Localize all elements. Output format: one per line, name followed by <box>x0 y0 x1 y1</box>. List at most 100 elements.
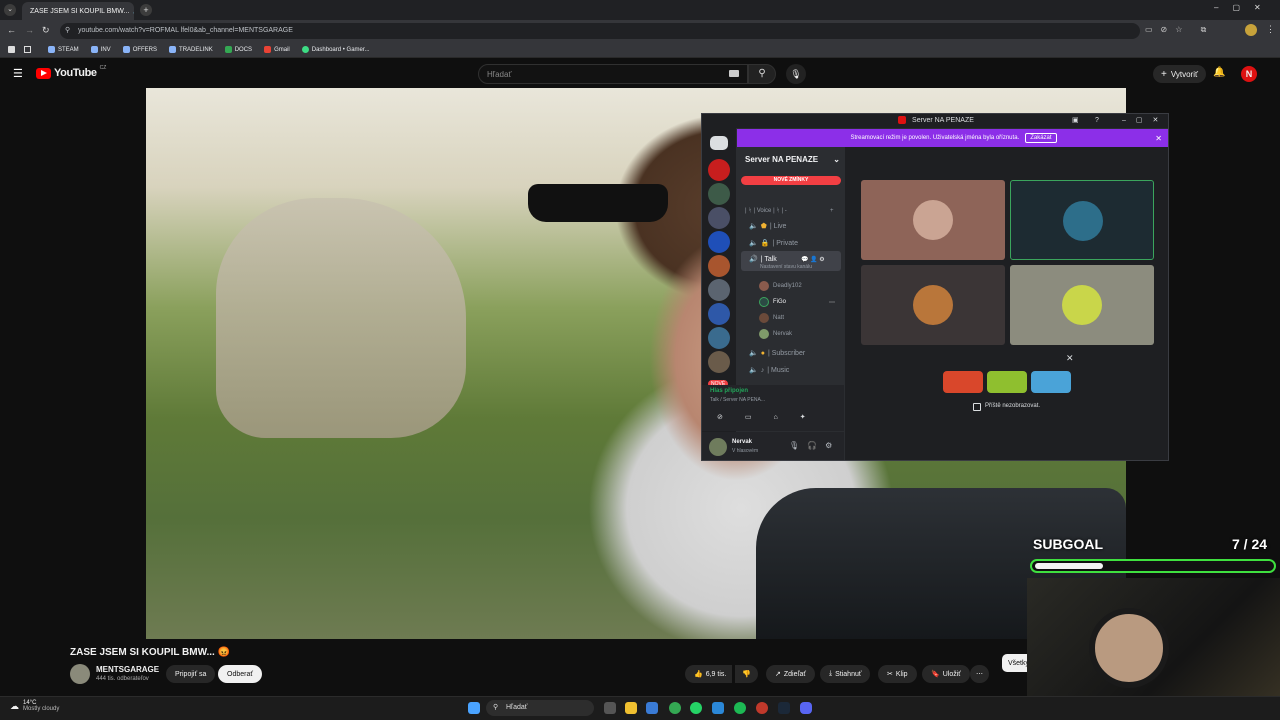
chrome-icon[interactable] <box>669 702 681 714</box>
participant-tile[interactable] <box>861 265 1005 345</box>
server-icon-na-penaze[interactable] <box>708 159 730 181</box>
task-view-icon[interactable] <box>604 702 616 714</box>
channel-music[interactable]: 🔈 ♪ | Music <box>749 366 789 375</box>
notes-icon[interactable] <box>712 702 724 714</box>
dislike-button[interactable]: 👎 <box>735 665 758 683</box>
profile-avatar[interactable] <box>1245 24 1257 36</box>
participant-tile[interactable] <box>861 180 1005 260</box>
server-icon[interactable] <box>708 279 730 301</box>
channel-avatar[interactable] <box>70 664 90 684</box>
voice-category[interactable]: | ᛋ | Voice | ᛋ | - + <box>745 208 834 214</box>
app-icon[interactable] <box>756 702 768 714</box>
activity-thumbnail[interactable] <box>987 371 1027 393</box>
tab-menu-icon[interactable]: ⌄ <box>4 4 16 16</box>
channel-live[interactable]: 🔈 ⬟ | Live <box>749 222 786 231</box>
participant-tile-speaking[interactable] <box>1010 180 1154 260</box>
bookmark-tradelink[interactable]: TRADELINK <box>169 46 213 53</box>
voice-search-button[interactable]: 🎙 <box>786 64 806 84</box>
voice-user-natt[interactable]: Natt <box>759 313 784 323</box>
server-icon[interactable] <box>708 255 730 277</box>
weather-widget[interactable]: ☁ 14°C Mostly cloudy <box>10 700 59 712</box>
apps-icon[interactable] <box>8 46 15 53</box>
server-icon[interactable] <box>708 207 730 229</box>
discord-window[interactable]: Server NA PENAZE ▣ ? –▢✕ NOVÉ Streamovac… <box>701 113 1169 461</box>
window-controls[interactable]: –▢✕ <box>1214 3 1275 12</box>
dont-show-checkbox[interactable] <box>973 403 981 411</box>
channel-chat-icons[interactable]: 💬 👤 ⚙ <box>801 256 825 263</box>
file-explorer-icon[interactable] <box>625 702 637 714</box>
spotify-icon[interactable] <box>734 702 746 714</box>
url-field[interactable]: ⚲ youtube.com/watch?v=ROFMAL lfel0&ab_ch… <box>60 23 1140 39</box>
server-icon[interactable] <box>708 327 730 349</box>
bookmark-offers[interactable]: OFFERS <box>122 46 157 53</box>
inbox-icon[interactable]: ▣ <box>1072 114 1079 128</box>
voice-user-nervak[interactable]: Nervak <box>759 329 792 339</box>
voice-user-figo[interactable]: FiGo ⋯ <box>759 297 835 307</box>
channel-talk[interactable]: 🔊 | Talk 💬 👤 ⚙ <box>749 255 825 264</box>
keyboard-icon[interactable] <box>729 70 739 77</box>
subscribe-button[interactable]: Odberať <box>218 665 262 683</box>
activity-thumbnail[interactable] <box>1031 371 1071 393</box>
voice-controls[interactable]: ⊘▭⌂✦ <box>717 413 828 421</box>
youtube-logo[interactable]: YouTube CZ <box>36 65 106 79</box>
search-button[interactable]: ⚲ <box>748 64 776 84</box>
kebab-menu-icon[interactable]: ⋮ <box>1266 24 1275 35</box>
activity-thumbnail[interactable] <box>943 371 983 393</box>
like-button[interactable]: 👍 6,9 tis. <box>685 665 733 683</box>
discord-window-controls[interactable]: –▢✕ <box>1122 114 1168 128</box>
share-button[interactable]: ↗ Zdieľať <box>766 665 816 683</box>
bookmark-docs[interactable]: DOCS <box>224 46 252 53</box>
taskbar-search[interactable]: ⚲ Hľadať <box>486 700 594 716</box>
channel-status-hint[interactable]: Nastavení stavu kanálu <box>760 264 812 270</box>
help-icon[interactable]: ? <box>1095 114 1099 128</box>
server-icon[interactable] <box>708 183 730 205</box>
hamburger-menu-icon[interactable]: ☰ <box>13 67 23 80</box>
store-icon[interactable] <box>646 702 658 714</box>
server-badge-icon <box>898 116 907 125</box>
bookmark-gmail[interactable]: Gmail <box>264 46 290 53</box>
channel-private[interactable]: 🔈 🔒 | Private <box>749 239 798 248</box>
channel-subscriber[interactable]: 🔈 ● | Subscriber <box>749 349 805 358</box>
close-banner-icon[interactable]: ✕ <box>1155 134 1162 143</box>
disable-streamer-mode-button[interactable]: Zakázat <box>1025 133 1057 143</box>
back-arrow-icon[interactable]: ← <box>7 25 16 35</box>
join-button[interactable]: Pripojiť sa <box>166 665 216 683</box>
search-input[interactable]: Hľadať <box>478 64 748 84</box>
new-tab-button[interactable]: + <box>140 4 152 16</box>
more-actions-button[interactable]: ⋯ <box>970 665 989 683</box>
close-activity-icon[interactable]: ✕ <box>1066 353 1074 364</box>
discord-home-icon[interactable] <box>710 136 728 150</box>
steam-icon[interactable] <box>778 702 790 714</box>
forward-arrow-icon[interactable]: → <box>25 25 34 35</box>
discord-icon[interactable] <box>800 702 812 714</box>
server-icon[interactable] <box>708 351 730 373</box>
account-avatar[interactable]: N <box>1241 66 1257 82</box>
windows-start-icon[interactable] <box>468 702 480 714</box>
voice-user-deadly102[interactable]: Deadly102 <box>759 281 802 291</box>
self-avatar[interactable] <box>709 438 727 456</box>
new-mentions-pill[interactable]: NOVÉ ZMÍNKY <box>741 176 841 185</box>
browser-tab[interactable]: ZASE JSEM SI KOUPIL BMW... 🔊 ✕ <box>22 2 134 20</box>
channel-name[interactable]: MENTSGARAGE <box>96 665 159 674</box>
server-icon[interactable] <box>708 303 730 325</box>
whatsapp-icon[interactable] <box>690 702 702 714</box>
clip-button[interactable]: ✂ Klip <box>878 665 917 683</box>
bookmark-steam[interactable]: STEAM <box>48 46 79 53</box>
server-icon[interactable] <box>708 231 730 253</box>
add-channel-icon[interactable]: + <box>830 208 834 214</box>
participant-tile[interactable] <box>1010 265 1154 345</box>
create-button[interactable]: + Vytvoriť <box>1153 65 1206 83</box>
notifications-bell-icon[interactable]: 🔔 <box>1213 67 1225 78</box>
bookmark-dashboard[interactable]: Dashboard • Gamer... <box>301 46 370 53</box>
site-info-icon[interactable]: ⚲ <box>65 26 70 34</box>
mic-headset-settings-icons[interactable]: 🎙🎧⚙ <box>789 441 840 450</box>
grid-icon[interactable] <box>24 46 31 53</box>
voice-location[interactable]: Talk / Server NA PENA... <box>710 397 765 403</box>
download-button[interactable]: ⤓ Stiahnuť <box>820 665 871 683</box>
extension-icons[interactable]: ▭⊘☆ ⧉ <box>1145 25 1214 35</box>
server-name-header[interactable]: Server NA PENAZE ⌄ <box>745 155 840 164</box>
reload-icon[interactable]: ↻ <box>42 25 50 36</box>
more-options-icon[interactable]: ⋯ <box>829 299 835 306</box>
bookmark-inv[interactable]: INV <box>90 46 111 53</box>
save-button[interactable]: 🔖 Uložiť <box>922 665 970 683</box>
